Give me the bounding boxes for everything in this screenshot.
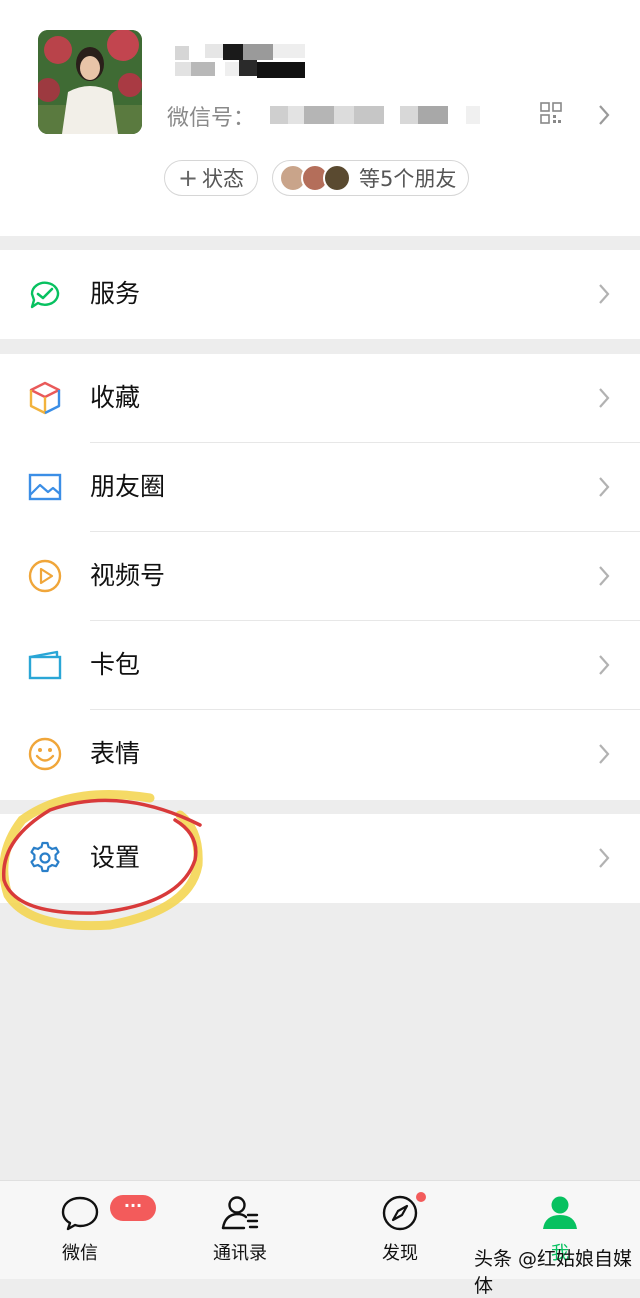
menu-item-channels[interactable]: 视频号 [0,532,640,621]
menu-item-settings[interactable]: 设置 [0,814,640,903]
avatar-photo [38,30,142,134]
wechat-id-label: 微信号： [167,106,256,131]
menu-label: 卡包 [90,650,141,679]
tab-label: 微信 [62,1243,98,1264]
menu-label: 设置 [90,843,141,872]
menu-item-stickers[interactable]: 表情 [0,710,640,799]
plus-icon: + [177,164,199,192]
card-wallet-icon [28,650,62,680]
tab-contacts[interactable]: 通讯录 [180,1181,300,1279]
friend-avatar [323,164,351,192]
chat-bubble-icon [61,1196,99,1231]
moments-picture-icon [28,473,62,501]
services-icon [30,281,60,309]
friends-status-button[interactable]: 等5个朋友 [272,160,469,196]
watermark: 头条 @红姑娘自媒体 [474,1248,633,1297]
chevron-right-icon [599,477,610,497]
tab-discover[interactable]: 发现 [340,1181,460,1279]
tab-chats[interactable]: ··· 微信 [20,1181,156,1279]
new-activity-dot [416,1192,426,1202]
friends-button-label: 等5个朋友 [359,167,457,191]
user-name-blurred [175,44,305,78]
features-group: 收藏 朋友圈 视频号 卡包 表情 [0,354,640,800]
gear-icon [30,841,60,873]
chevron-right-icon[interactable] [598,104,610,126]
favorites-cube-icon [29,381,61,415]
menu-item-services[interactable]: 服务 [0,250,640,339]
menu-label: 服务 [90,279,141,308]
tab-label: 通讯录 [213,1243,267,1264]
contacts-icon [221,1196,259,1230]
settings-group: 设置 [0,814,640,903]
avatar[interactable] [38,30,142,134]
smiley-icon [28,737,62,771]
chevron-right-icon [599,848,610,868]
me-person-icon [543,1196,577,1229]
chevron-right-icon [599,388,610,408]
compass-icon [382,1195,418,1231]
menu-label: 朋友圈 [90,472,166,501]
add-status-button[interactable]: + 状态 [164,160,258,196]
channels-play-icon [28,559,62,593]
tab-label: 发现 [382,1243,418,1264]
profile-header[interactable]: 微信号： + 状态 等5个朋友 [0,0,640,236]
menu-label: 表情 [90,739,141,768]
services-group: 服务 [0,250,640,339]
unread-badge: ··· [110,1195,156,1221]
menu-item-favorites[interactable]: 收藏 [0,354,640,443]
chevron-right-icon [599,284,610,304]
menu-label: 视频号 [90,561,166,590]
chevron-right-icon [599,566,610,586]
chevron-right-icon [599,744,610,764]
status-button-label: 状态 [202,167,245,191]
wechat-id-blurred [270,106,480,126]
qr-code-icon[interactable] [540,102,562,124]
menu-item-cards[interactable]: 卡包 [0,621,640,710]
chevron-right-icon [599,655,610,675]
menu-label: 收藏 [90,383,141,412]
menu-item-moments[interactable]: 朋友圈 [0,443,640,532]
